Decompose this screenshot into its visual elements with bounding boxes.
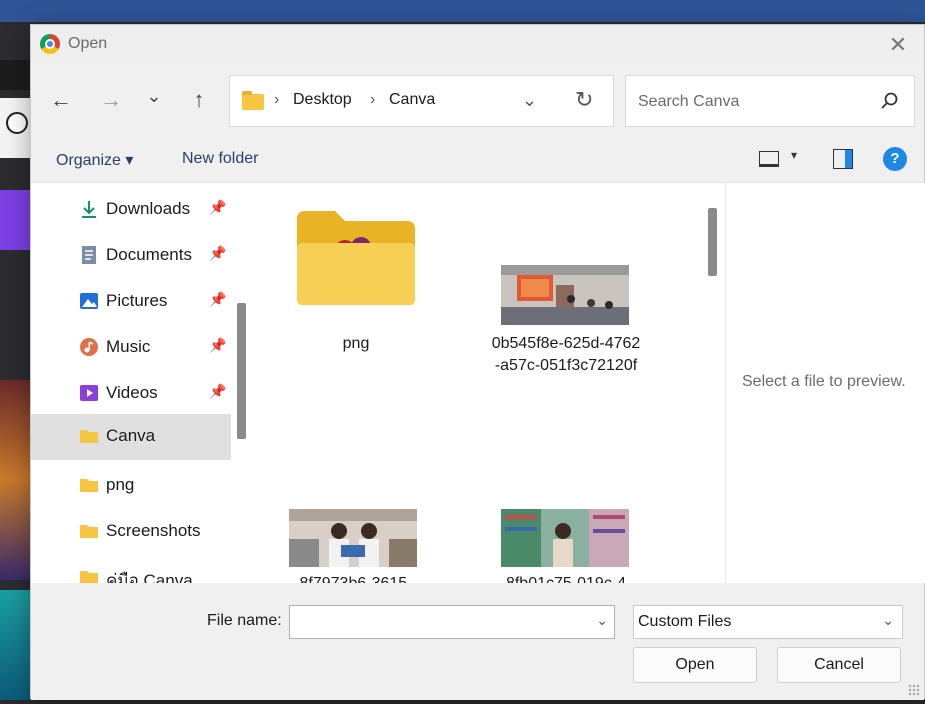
sidebar-item-label: Videos [106, 383, 158, 402]
file-item-image[interactable]: 8f7973b6-3615- [281, 509, 431, 583]
back-button[interactable]: ← [46, 85, 76, 115]
refresh-icon[interactable]: ↻ [575, 87, 593, 113]
pin-icon[interactable]: 📌 [209, 337, 226, 354]
folder-icon [297, 211, 415, 305]
file-type-value: Custom Files [638, 613, 732, 630]
sidebar-item-png[interactable]: png [31, 463, 231, 507]
search-icon[interactable] [879, 90, 901, 112]
sidebar-item-pictures[interactable]: Pictures 📌 [31, 279, 231, 323]
file-name: png [342, 335, 370, 352]
help-icon[interactable]: ? [883, 147, 907, 171]
sidebar-item-label: Pictures [106, 291, 168, 310]
background-thumbnail [0, 380, 30, 580]
chrome-icon [40, 34, 60, 54]
breadcrumb-separator: › [370, 91, 376, 108]
cancel-button[interactable]: Cancel [777, 647, 901, 683]
file-name: 0b545f8e-625d-4762-a57c-051f3c72120f [491, 335, 641, 374]
chevron-down-icon: ⌄ [882, 612, 894, 628]
sidebar-item-screenshots[interactable]: Screenshots [31, 509, 231, 553]
preview-message: Select a file to preview. [742, 373, 906, 390]
breadcrumb-separator: › [274, 91, 280, 108]
breadcrumb-desktop[interactable]: Desktop [293, 91, 352, 109]
background-thumbnail [0, 590, 30, 700]
sidebar-item-label: Canva [106, 426, 156, 445]
folder-icon [80, 430, 98, 443]
file-list: png 0b545f8e-625d-4762-a57c-051f3c72120f [257, 183, 725, 583]
file-name: 8f7973b6-3615- [281, 573, 431, 583]
up-button[interactable]: ↑ [184, 85, 214, 115]
chevron-down-icon[interactable]: ⌄ [596, 612, 608, 629]
close-icon[interactable]: ✕ [884, 31, 912, 59]
resize-grip[interactable] [908, 684, 920, 696]
folder-icon [242, 91, 264, 110]
sidebar-item-label: png [106, 475, 135, 494]
organize-button[interactable]: Organize ▾ [56, 150, 133, 170]
search-box [625, 75, 915, 127]
music-icon [80, 338, 98, 356]
view-icon[interactable] [759, 151, 779, 167]
image-thumbnail [289, 509, 417, 567]
file-item-image[interactable]: 8fb01c75-019c-4 [491, 509, 641, 583]
file-name-field[interactable]: ⌄ [289, 605, 615, 639]
background-topbar [0, 0, 925, 22]
chevron-down-icon[interactable]: ⌄ [522, 90, 537, 111]
folder-icon [80, 571, 98, 583]
sidebar-item-label: Screenshots [106, 521, 201, 540]
sidebar-item-videos[interactable]: Videos 📌 [31, 371, 231, 415]
pin-icon[interactable]: 📌 [209, 245, 226, 262]
sidebar-item-label: คู่มือ Canva [106, 571, 193, 583]
sidebar-item-label: Downloads [106, 199, 191, 218]
image-thumbnail [501, 509, 629, 567]
file-item-image[interactable]: 0b545f8e-625d-4762-a57c-051f3c72120f [491, 209, 641, 389]
open-file-dialog: Open ✕ ← → ⌄ ↑ › Desktop › Canva ⌄ ↻ Org… [30, 24, 925, 700]
sidebar-item-canva[interactable]: Canva [31, 414, 231, 460]
navigation-scrollbar[interactable] [237, 303, 246, 439]
sidebar-item-downloads[interactable]: Downloads 📌 [31, 187, 231, 231]
dialog-title: Open [68, 35, 108, 52]
address-bar[interactable]: › Desktop › Canva ⌄ ↻ [229, 75, 614, 127]
search-input[interactable] [636, 90, 866, 114]
pin-icon[interactable]: 📌 [209, 383, 226, 400]
file-item-png-folder[interactable]: png [281, 209, 431, 359]
pin-icon[interactable]: 📌 [209, 291, 226, 308]
navigation-bar: ← → ⌄ ↑ › Desktop › Canva ⌄ ↻ [31, 65, 924, 135]
file-name: 8fb01c75-019c-4 [491, 573, 641, 583]
sidebar-item-canva-manual[interactable]: คู่มือ Canva [31, 555, 231, 583]
image-thumbnail [501, 265, 629, 325]
preview-pane: Select a file to preview. [725, 183, 925, 583]
breadcrumb-canva[interactable]: Canva [389, 91, 435, 109]
open-button[interactable]: Open [633, 647, 757, 683]
folder-icon [80, 525, 98, 538]
pictures-icon [80, 293, 98, 309]
sidebar-item-music[interactable]: Music 📌 [31, 325, 231, 369]
file-type-select[interactable]: Custom Files ⌄ [633, 605, 903, 639]
recent-locations-button[interactable]: ⌄ [139, 81, 169, 111]
download-icon [82, 201, 96, 218]
file-name-label: File name: [207, 612, 282, 629]
folder-icon [80, 479, 98, 492]
preview-pane-icon[interactable] [833, 149, 853, 169]
view-dropdown-icon[interactable]: ▾ [791, 148, 797, 162]
background-strip [0, 60, 30, 90]
background-search-icon [6, 112, 28, 134]
forward-button[interactable]: → [96, 85, 126, 115]
sidebar-item-documents[interactable]: Documents 📌 [31, 233, 231, 277]
navigation-pane: Downloads 📌 Documents 📌 Pictures 📌 Music… [31, 183, 249, 583]
dialog-titlebar: Open ✕ [31, 25, 924, 65]
new-folder-button[interactable]: New folder [182, 150, 258, 168]
sidebar-item-label: Music [106, 337, 151, 356]
dialog-footer: File name: ⌄ Custom Files ⌄ Open Cancel [31, 583, 924, 700]
videos-icon [80, 385, 98, 401]
sidebar-item-label: Documents [106, 245, 192, 264]
file-list-scrollbar[interactable] [708, 208, 717, 276]
background-strip [0, 190, 30, 250]
pin-icon[interactable]: 📌 [209, 199, 226, 216]
document-icon [82, 246, 96, 264]
command-toolbar: Organize ▾ New folder ▾ ? [31, 135, 924, 183]
